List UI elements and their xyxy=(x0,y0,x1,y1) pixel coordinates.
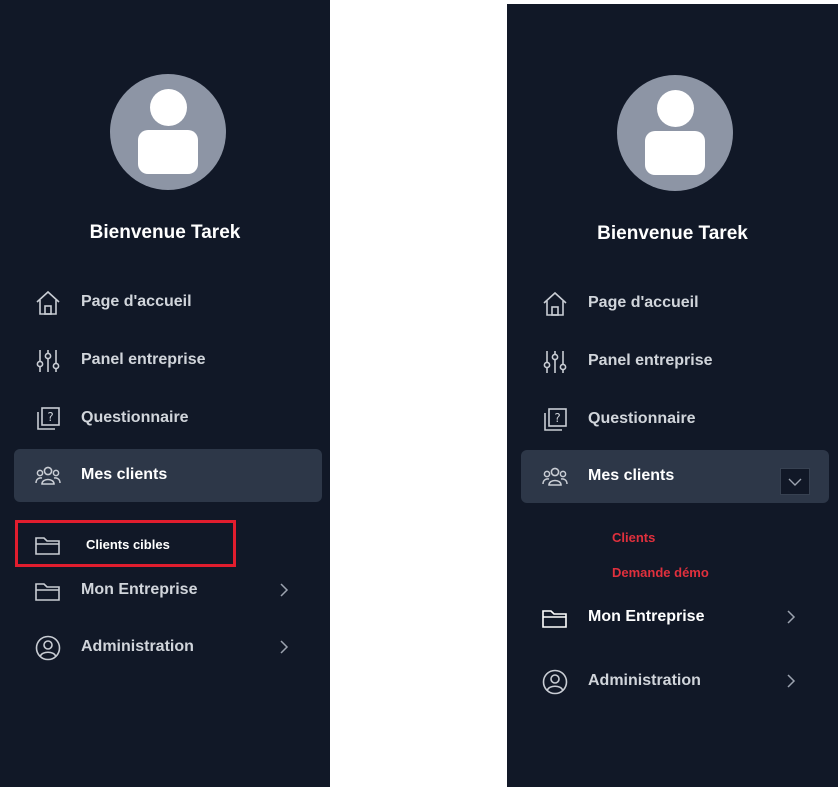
nav-label-administration: Administration xyxy=(81,638,194,655)
sidebar-right: Bienvenue Tarek Page d'accueil Panel ent… xyxy=(507,4,838,787)
welcome-text: Bienvenue Tarek xyxy=(89,222,241,243)
nav-item-mes-clients[interactable]: Mes clients xyxy=(34,455,314,495)
folder-icon xyxy=(542,610,567,628)
avatar-head xyxy=(150,89,187,126)
users-icon xyxy=(35,466,61,485)
home-icon xyxy=(543,291,567,316)
submenu-item-demande-demo[interactable]: Demande démo xyxy=(612,565,709,580)
nav-item-clients-cibles[interactable]: Clients cibles xyxy=(34,524,224,564)
nav-label-panel-entreprise: Panel entreprise xyxy=(81,351,206,368)
sliders-icon xyxy=(36,350,60,372)
nav-item-questionnaire[interactable]: ? Questionnaire xyxy=(34,398,314,438)
nav-label-administration: Administration xyxy=(588,672,701,689)
nav-item-mes-clients[interactable]: Mes clients xyxy=(541,456,821,496)
avatar-body xyxy=(645,131,705,175)
svg-text:?: ? xyxy=(554,411,560,425)
nav-item-administration[interactable]: Administration xyxy=(34,627,296,667)
user-circle-icon xyxy=(542,669,568,695)
sliders-icon xyxy=(543,351,567,373)
folder-icon xyxy=(35,537,60,555)
nav-item-panel-entreprise[interactable]: Panel entreprise xyxy=(541,341,821,381)
nav-label-mon-entreprise: Mon Entreprise xyxy=(588,608,705,625)
nav-item-home[interactable]: Page d'accueil xyxy=(541,283,821,323)
nav-label-questionnaire: Questionnaire xyxy=(81,409,189,426)
nav-item-home[interactable]: Page d'accueil xyxy=(34,282,314,322)
chevron-right-icon[interactable] xyxy=(783,673,799,689)
avatar-head xyxy=(657,90,694,127)
folder-icon xyxy=(35,583,60,601)
nav-label-mes-clients: Mes clients xyxy=(81,466,168,483)
question-book-icon: ? xyxy=(544,408,567,431)
nav-item-questionnaire[interactable]: ? Questionnaire xyxy=(541,399,821,439)
home-icon xyxy=(36,290,60,315)
nav-label-clients-cibles: Clients cibles xyxy=(86,537,170,552)
nav-item-mon-entreprise[interactable]: Mon Entreprise xyxy=(34,570,296,610)
submenu-item-clients[interactable]: Clients xyxy=(612,530,655,545)
nav-label-mon-entreprise: Mon Entreprise xyxy=(81,581,198,598)
nav-item-mon-entreprise[interactable]: Mon Entreprise xyxy=(541,597,803,637)
submenu-toggle-button[interactable] xyxy=(780,468,810,495)
chevron-right-icon[interactable] xyxy=(276,639,292,655)
nav-label-questionnaire: Questionnaire xyxy=(588,410,696,427)
nav-label-mes-clients: Mes clients xyxy=(588,467,675,484)
nav-item-panel-entreprise[interactable]: Panel entreprise xyxy=(34,340,314,380)
nav-label-home: Page d'accueil xyxy=(588,294,699,311)
chevron-right-icon[interactable] xyxy=(276,582,292,598)
chevron-down-icon xyxy=(788,478,802,486)
question-book-icon: ? xyxy=(37,407,60,430)
svg-text:?: ? xyxy=(47,410,53,424)
chevron-right-icon[interactable] xyxy=(783,609,799,625)
avatar[interactable] xyxy=(617,75,733,191)
nav-item-administration[interactable]: Administration xyxy=(541,661,803,701)
avatar[interactable] xyxy=(110,74,226,190)
avatar-body xyxy=(138,130,198,174)
sidebar-left: Bienvenue Tarek Page d'accueil Panel ent… xyxy=(0,0,330,787)
nav-label-panel-entreprise: Panel entreprise xyxy=(588,352,713,369)
nav-label-home: Page d'accueil xyxy=(81,293,192,310)
user-circle-icon xyxy=(35,635,61,661)
users-icon xyxy=(542,467,568,486)
welcome-text: Bienvenue Tarek xyxy=(597,223,748,244)
